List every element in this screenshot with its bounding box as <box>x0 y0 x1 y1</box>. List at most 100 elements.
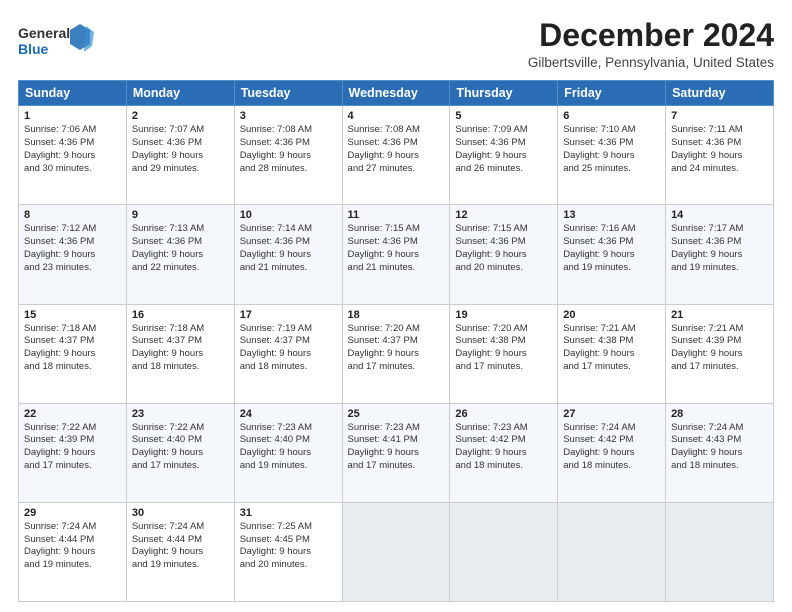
svg-text:General: General <box>18 25 70 41</box>
day-number: 4 <box>348 110 445 122</box>
col-header-thursday: Thursday <box>450 81 558 106</box>
col-header-monday: Monday <box>126 81 234 106</box>
cell-content: Sunrise: 7:23 AMSunset: 4:40 PMDaylight:… <box>240 422 337 473</box>
cell-content: Sunrise: 7:15 AMSunset: 4:36 PMDaylight:… <box>455 223 552 274</box>
col-header-sunday: Sunday <box>19 81 127 106</box>
cell-content: Sunrise: 7:09 AMSunset: 4:36 PMDaylight:… <box>455 124 552 175</box>
location: Gilbertsville, Pennsylvania, United Stat… <box>528 55 774 70</box>
cell-content: Sunrise: 7:21 AMSunset: 4:39 PMDaylight:… <box>671 323 768 374</box>
calendar-cell: 15 Sunrise: 7:18 AMSunset: 4:37 PMDayligh… <box>19 304 127 403</box>
col-header-wednesday: Wednesday <box>342 81 450 106</box>
calendar-cell: 17 Sunrise: 7:19 AMSunset: 4:37 PMDayligh… <box>234 304 342 403</box>
cell-content: Sunrise: 7:23 AMSunset: 4:42 PMDaylight:… <box>455 422 552 473</box>
cell-content: Sunrise: 7:24 AMSunset: 4:44 PMDaylight:… <box>24 521 121 572</box>
cell-content: Sunrise: 7:16 AMSunset: 4:36 PMDaylight:… <box>563 223 660 274</box>
title-block: December 2024 Gilbertsville, Pennsylvani… <box>528 18 774 70</box>
calendar-cell: 2 Sunrise: 7:07 AMSunset: 4:36 PMDaylight… <box>126 106 234 205</box>
calendar-cell: 18 Sunrise: 7:20 AMSunset: 4:37 PMDayligh… <box>342 304 450 403</box>
day-number: 7 <box>671 110 768 122</box>
day-number: 12 <box>455 209 552 221</box>
calendar-week-2: 8 Sunrise: 7:12 AMSunset: 4:36 PMDaylight… <box>19 205 774 304</box>
day-number: 27 <box>563 408 660 420</box>
day-number: 11 <box>348 209 445 221</box>
calendar-cell: 8 Sunrise: 7:12 AMSunset: 4:36 PMDaylight… <box>19 205 127 304</box>
day-number: 19 <box>455 309 552 321</box>
logo-svg: General Blue <box>18 22 98 60</box>
calendar-cell: 7 Sunrise: 7:11 AMSunset: 4:36 PMDaylight… <box>666 106 774 205</box>
day-number: 17 <box>240 309 337 321</box>
cell-content: Sunrise: 7:07 AMSunset: 4:36 PMDaylight:… <box>132 124 229 175</box>
calendar-cell <box>342 502 450 601</box>
day-number: 15 <box>24 309 121 321</box>
calendar-cell: 3Sunrise: 7:08 AMSunset: 4:36 PMDaylight… <box>234 106 342 205</box>
cell-content: Sunrise: 7:24 AMSunset: 4:42 PMDaylight:… <box>563 422 660 473</box>
calendar-cell: 24 Sunrise: 7:23 AMSunset: 4:40 PMDayligh… <box>234 403 342 502</box>
col-header-saturday: Saturday <box>666 81 774 106</box>
calendar-cell: 11 Sunrise: 7:15 AMSunset: 4:36 PMDayligh… <box>342 205 450 304</box>
calendar-cell: 29Sunrise: 7:24 AMSunset: 4:44 PMDayligh… <box>19 502 127 601</box>
page: General Blue December 2024 Gilbertsville… <box>0 0 792 612</box>
calendar-cell: 13 Sunrise: 7:16 AMSunset: 4:36 PMDayligh… <box>558 205 666 304</box>
calendar-cell: 28Sunrise: 7:24 AMSunset: 4:43 PMDayligh… <box>666 403 774 502</box>
cell-content: Sunrise: 7:22 AMSunset: 4:40 PMDaylight:… <box>132 422 229 473</box>
calendar-cell: 14 Sunrise: 7:17 AMSunset: 4:36 PMDayligh… <box>666 205 774 304</box>
cell-content: Sunrise: 7:18 AMSunset: 4:37 PMDaylight:… <box>132 323 229 374</box>
cell-content: Sunrise: 7:17 AMSunset: 4:36 PMDaylight:… <box>671 223 768 274</box>
calendar-cell: 22 Sunrise: 7:22 AMSunset: 4:39 PMDayligh… <box>19 403 127 502</box>
calendar-cell: 16 Sunrise: 7:18 AMSunset: 4:37 PMDayligh… <box>126 304 234 403</box>
calendar-cell <box>558 502 666 601</box>
month-title: December 2024 <box>528 18 774 53</box>
day-number: 8 <box>24 209 121 221</box>
calendar-cell: 30Sunrise: 7:24 AMSunset: 4:44 PMDayligh… <box>126 502 234 601</box>
cell-content: Sunrise: 7:06 AMSunset: 4:36 PMDaylight:… <box>24 124 121 175</box>
cell-content: Sunrise: 7:23 AMSunset: 4:41 PMDaylight:… <box>348 422 445 473</box>
cell-content: Sunrise: 7:25 AMSunset: 4:45 PMDaylight:… <box>240 521 337 572</box>
day-number: 2 <box>132 110 229 122</box>
calendar-cell: 6Sunrise: 7:10 AMSunset: 4:36 PMDaylight… <box>558 106 666 205</box>
calendar-cell: 10Sunrise: 7:14 AMSunset: 4:36 PMDayligh… <box>234 205 342 304</box>
cell-content: Sunrise: 7:14 AMSunset: 4:36 PMDaylight:… <box>240 223 337 274</box>
calendar-week-5: 29Sunrise: 7:24 AMSunset: 4:44 PMDayligh… <box>19 502 774 601</box>
calendar-table: SundayMondayTuesdayWednesdayThursdayFrid… <box>18 80 774 602</box>
calendar-cell: 1 Sunrise: 7:06 AMSunset: 4:36 PMDaylight… <box>19 106 127 205</box>
cell-content: Sunrise: 7:24 AMSunset: 4:43 PMDaylight:… <box>671 422 768 473</box>
day-number: 16 <box>132 309 229 321</box>
day-number: 22 <box>24 408 121 420</box>
cell-content: Sunrise: 7:18 AMSunset: 4:37 PMDaylight:… <box>24 323 121 374</box>
cell-content: Sunrise: 7:22 AMSunset: 4:39 PMDaylight:… <box>24 422 121 473</box>
calendar-cell: 4Sunrise: 7:08 AMSunset: 4:36 PMDaylight… <box>342 106 450 205</box>
col-header-friday: Friday <box>558 81 666 106</box>
day-number: 24 <box>240 408 337 420</box>
cell-content: Sunrise: 7:20 AMSunset: 4:37 PMDaylight:… <box>348 323 445 374</box>
day-number: 6 <box>563 110 660 122</box>
day-number: 3 <box>240 110 337 122</box>
calendar-cell: 31 Sunrise: 7:25 AMSunset: 4:45 PMDayligh… <box>234 502 342 601</box>
day-number: 20 <box>563 309 660 321</box>
calendar-cell: 12 Sunrise: 7:15 AMSunset: 4:36 PMDayligh… <box>450 205 558 304</box>
day-number: 9 <box>132 209 229 221</box>
header: General Blue December 2024 Gilbertsville… <box>18 18 774 70</box>
day-number: 25 <box>348 408 445 420</box>
cell-content: Sunrise: 7:12 AMSunset: 4:36 PMDaylight:… <box>24 223 121 274</box>
calendar-week-1: 1 Sunrise: 7:06 AMSunset: 4:36 PMDaylight… <box>19 106 774 205</box>
day-number: 18 <box>348 309 445 321</box>
day-number: 26 <box>455 408 552 420</box>
calendar-cell: 20 Sunrise: 7:21 AMSunset: 4:38 PMDayligh… <box>558 304 666 403</box>
calendar-cell <box>666 502 774 601</box>
cell-content: Sunrise: 7:21 AMSunset: 4:38 PMDaylight:… <box>563 323 660 374</box>
cell-content: Sunrise: 7:24 AMSunset: 4:44 PMDaylight:… <box>132 521 229 572</box>
calendar-cell: 25 Sunrise: 7:23 AMSunset: 4:41 PMDayligh… <box>342 403 450 502</box>
calendar-cell: 23Sunrise: 7:22 AMSunset: 4:40 PMDayligh… <box>126 403 234 502</box>
calendar-cell: 19Sunrise: 7:20 AMSunset: 4:38 PMDayligh… <box>450 304 558 403</box>
calendar-cell: 26 Sunrise: 7:23 AMSunset: 4:42 PMDayligh… <box>450 403 558 502</box>
cell-content: Sunrise: 7:15 AMSunset: 4:36 PMDaylight:… <box>348 223 445 274</box>
calendar-cell: 9Sunrise: 7:13 AMSunset: 4:36 PMDaylight… <box>126 205 234 304</box>
day-number: 13 <box>563 209 660 221</box>
day-number: 31 <box>240 507 337 519</box>
day-number: 1 <box>24 110 121 122</box>
day-number: 5 <box>455 110 552 122</box>
day-number: 14 <box>671 209 768 221</box>
calendar-cell: 5 Sunrise: 7:09 AMSunset: 4:36 PMDaylight… <box>450 106 558 205</box>
cell-content: Sunrise: 7:11 AMSunset: 4:36 PMDaylight:… <box>671 124 768 175</box>
cell-content: Sunrise: 7:19 AMSunset: 4:37 PMDaylight:… <box>240 323 337 374</box>
